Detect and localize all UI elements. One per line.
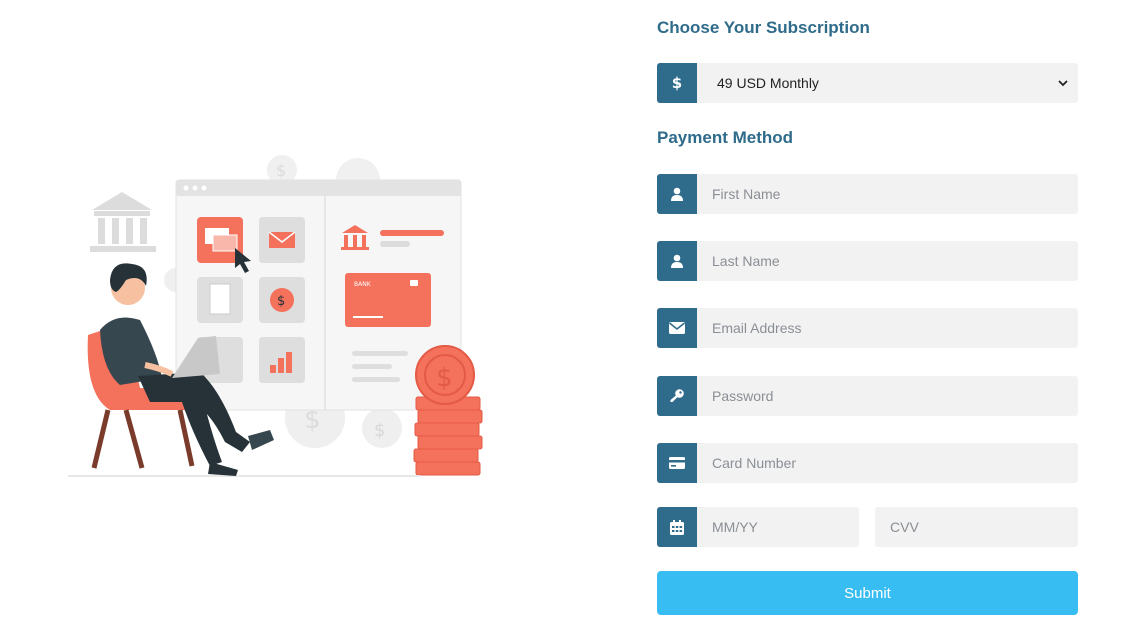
first-name-row (657, 174, 1078, 214)
credit-card-icon (657, 443, 697, 483)
dollar-icon: $ (657, 63, 697, 103)
email-input[interactable] (697, 308, 1078, 348)
chevron-down-icon (1058, 79, 1068, 86)
subscription-dropdown[interactable]: 49 USD Monthly (697, 63, 1078, 103)
subscription-selected-value: 49 USD Monthly (717, 75, 819, 91)
svg-text:$: $ (276, 161, 286, 180)
calendar-icon (657, 507, 697, 547)
envelope-icon (657, 308, 697, 348)
subscription-select[interactable]: $ 49 USD Monthly (657, 63, 1078, 103)
key-icon (657, 376, 697, 416)
expiry-input[interactable] (697, 507, 859, 547)
last-name-row (657, 241, 1078, 281)
svg-text:$: $ (374, 420, 385, 441)
expiry-row (657, 507, 860, 547)
user-icon (657, 241, 697, 281)
password-input[interactable] (697, 376, 1078, 416)
bank-icon (90, 192, 156, 252)
user-icon (657, 174, 697, 214)
coin-stack-icon: $ (413, 345, 483, 476)
payment-illustration: $ $ $ $ BANK $ (68, 155, 483, 477)
payment-heading: Payment Method (657, 128, 794, 147)
password-row (657, 376, 1078, 416)
last-name-input[interactable] (697, 241, 1078, 281)
card-number-row (657, 443, 1078, 483)
svg-text:$: $ (436, 363, 453, 393)
email-row (657, 308, 1078, 348)
submit-button[interactable]: Submit (657, 571, 1078, 615)
svg-text:BANK: BANK (354, 281, 372, 288)
first-name-input[interactable] (697, 174, 1078, 214)
subscription-heading: Choose Your Subscription (657, 18, 870, 37)
card-number-input[interactable] (697, 443, 1078, 483)
cvv-input[interactable] (875, 507, 1078, 547)
svg-text:$: $ (277, 294, 285, 309)
